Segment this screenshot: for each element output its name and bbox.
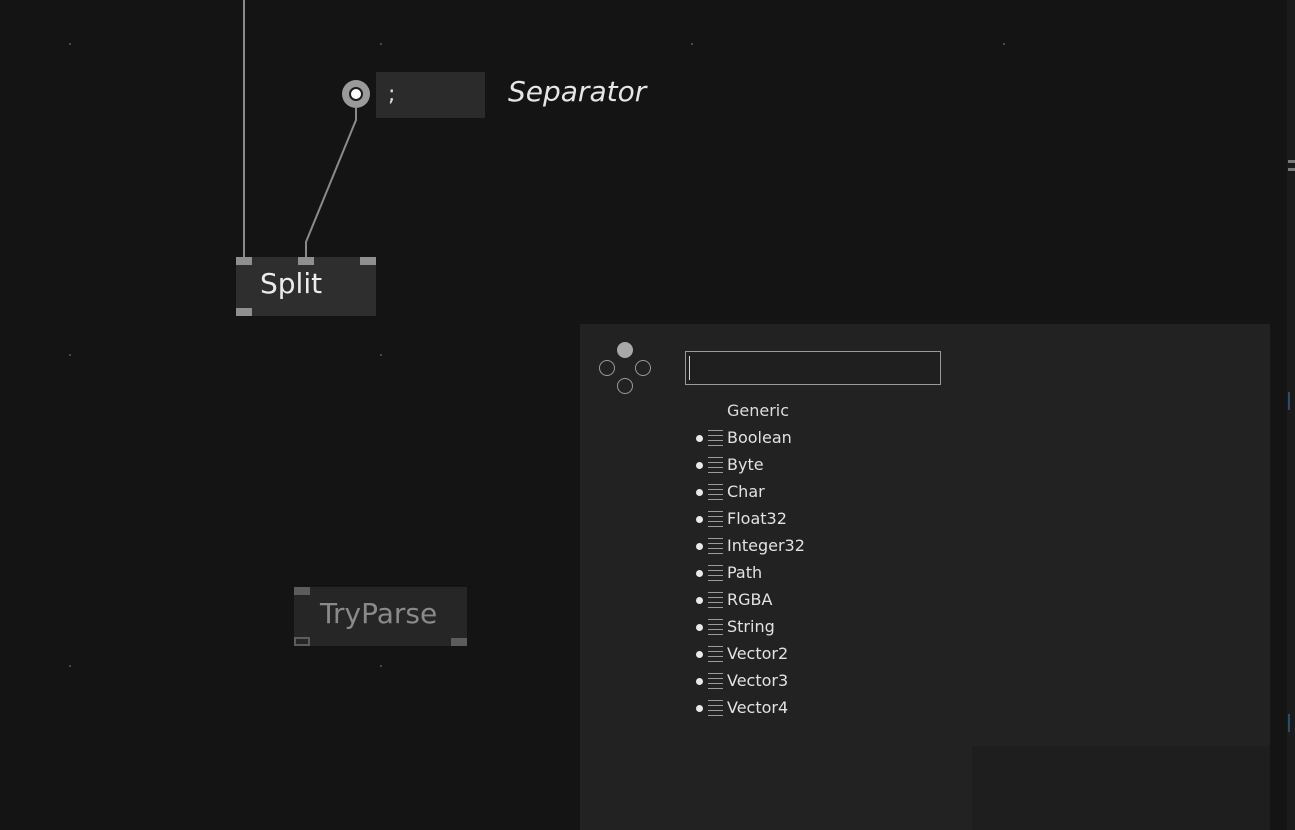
list-icon: [708, 538, 723, 554]
split-input-pin-2[interactable]: [298, 257, 314, 265]
list-item-label: Vector2: [727, 644, 789, 663]
list-item-label: Char: [727, 482, 765, 501]
edge-mark: [1288, 714, 1290, 732]
bullet-icon: [696, 678, 703, 685]
category-header: Generic: [727, 401, 790, 420]
bullet-icon: [696, 651, 703, 658]
list-item-label: String: [727, 617, 775, 636]
list-item-label: Byte: [727, 455, 764, 474]
tryparse-node-title: TryParse: [320, 597, 438, 630]
bullet-icon: [696, 570, 703, 577]
edge-mark: [1288, 392, 1290, 410]
list-item-label: Vector3: [727, 671, 789, 690]
list-item-label: Boolean: [727, 428, 792, 447]
list-icon: [708, 700, 723, 716]
split-input-pin-3[interactable]: [360, 257, 376, 265]
edge-mark: [1288, 160, 1295, 163]
list-icon: [708, 457, 723, 473]
list-icon: [708, 511, 723, 527]
tryparse-node[interactable]: TryParse: [294, 587, 467, 646]
list-icon: [708, 565, 723, 581]
list-item-label: RGBA: [727, 590, 773, 609]
list-item-label: Float32: [727, 509, 787, 528]
list-icon: [708, 484, 723, 500]
nav-dot-top[interactable]: [617, 342, 633, 358]
bullet-icon: [696, 543, 703, 550]
list-icon: [708, 592, 723, 608]
split-input-pin-1[interactable]: [236, 257, 252, 265]
nav-dot-left[interactable]: [599, 360, 615, 376]
split-node[interactable]: Split: [236, 257, 376, 316]
bullet-icon: [696, 516, 703, 523]
bullet-icon: [696, 462, 703, 469]
split-output-pin[interactable]: [236, 308, 252, 316]
nav-dot-bottom[interactable]: [617, 378, 633, 394]
list-icon: [708, 646, 723, 662]
panel-footer-area: [972, 746, 1270, 830]
list-icon: [708, 673, 723, 689]
list-item-label: Integer32: [727, 536, 805, 555]
nav-dot-right[interactable]: [635, 360, 651, 376]
adjacent-window-edge: [1287, 0, 1295, 830]
separator-label: Separator: [508, 75, 647, 108]
bullet-icon: [696, 597, 703, 604]
list-icon: [708, 619, 723, 635]
text-caret: [689, 356, 690, 380]
tryparse-output-pin-1[interactable]: [294, 637, 310, 646]
bullet-icon: [696, 705, 703, 712]
tryparse-output-pin-2[interactable]: [451, 638, 467, 646]
split-node-title: Split: [260, 267, 323, 300]
list-icon: [708, 430, 723, 446]
edge-mark: [1288, 168, 1295, 171]
list-item-label: Path: [727, 563, 763, 582]
bullet-icon: [696, 435, 703, 442]
search-input[interactable]: [685, 351, 941, 385]
bullet-icon: [696, 624, 703, 631]
separator-iobox[interactable]: ;: [376, 72, 485, 118]
bullet-icon: [696, 489, 703, 496]
node-browser-panel: Generic Boolean Byte Char Float32 Intege…: [580, 324, 1270, 830]
list-item-label: Vector4: [727, 698, 789, 717]
iobox-output-pin[interactable]: [342, 80, 370, 108]
tryparse-input-pin[interactable]: [294, 587, 310, 595]
